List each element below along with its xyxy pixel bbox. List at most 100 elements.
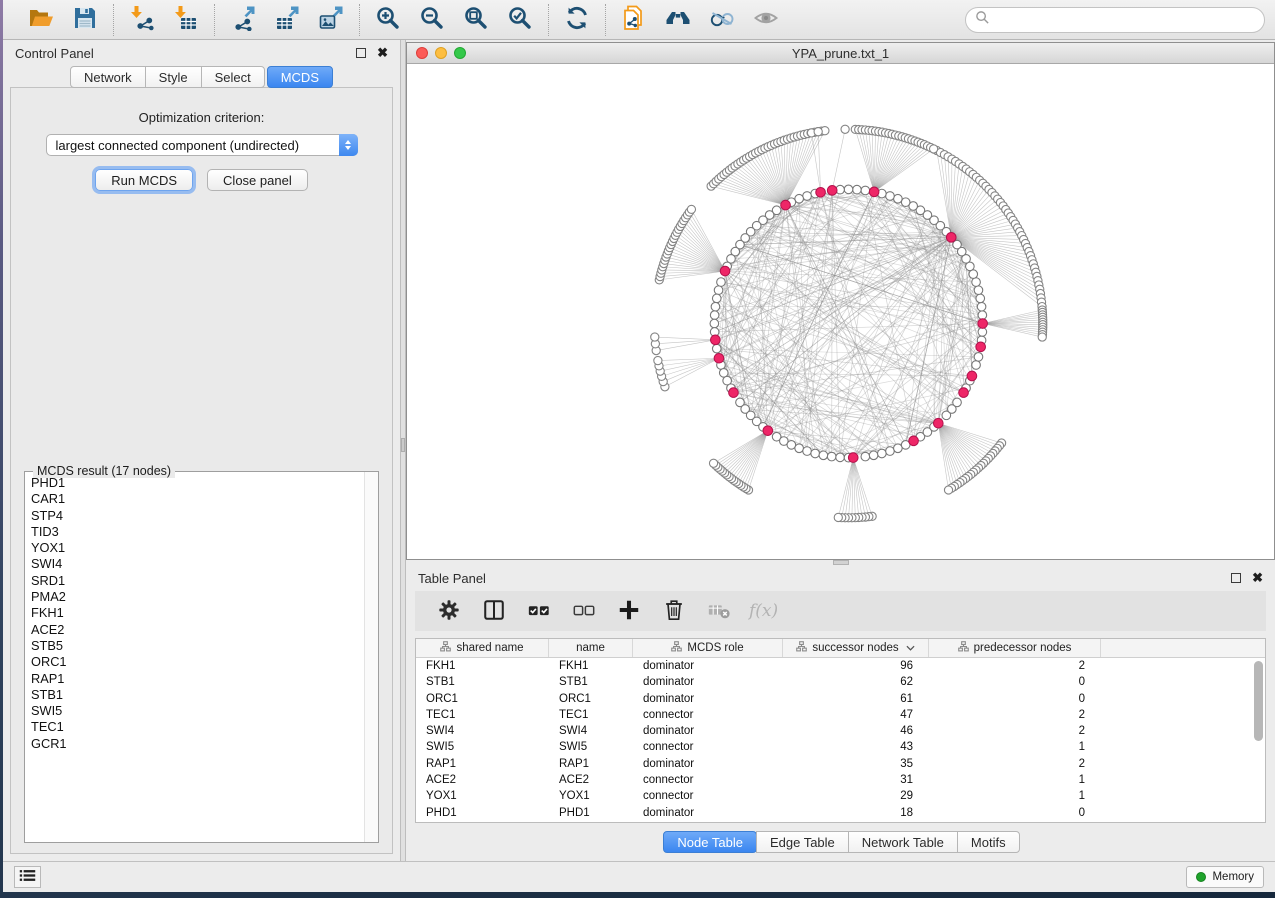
zoom-out-button[interactable] [417, 5, 447, 35]
column-header-name[interactable]: name [549, 639, 633, 657]
table-row[interactable]: YOX1YOX1connector291 [416, 788, 1265, 804]
zoom-selected-button[interactable] [505, 5, 535, 35]
mcds-node-STB5[interactable] [967, 371, 977, 381]
network-window-titlebar[interactable]: YPA_prune.txt_1 [407, 43, 1274, 64]
minimize-window-icon[interactable] [435, 47, 447, 59]
select-all-button[interactable] [525, 597, 553, 625]
table-row[interactable]: PHD1PHD1dominator180 [416, 805, 1265, 821]
mcds-result-item[interactable]: RAP1 [31, 671, 363, 687]
mcds-node-STB1[interactable] [781, 200, 791, 210]
mcds-list-scrollbar[interactable] [364, 472, 378, 842]
memory-button[interactable]: Memory [1186, 866, 1264, 888]
close-table-panel-icon[interactable]: ✖ [1252, 573, 1263, 583]
new-network-from-selection-button[interactable] [619, 5, 649, 35]
float-table-panel-icon[interactable] [1231, 573, 1241, 583]
mcds-node-SRD1[interactable] [909, 436, 919, 446]
mcds-node-SWI4[interactable] [869, 187, 879, 197]
tab-edge-table[interactable]: Edge Table [756, 831, 849, 853]
mcds-node-YOX1[interactable] [816, 187, 826, 197]
mcds-result-item[interactable]: STP4 [31, 508, 363, 524]
table-row[interactable]: TEC1TEC1connector472 [416, 707, 1265, 723]
mcds-node-STP4[interactable] [827, 186, 837, 196]
zoom-in-button[interactable] [373, 5, 403, 35]
import-network-button[interactable] [127, 5, 157, 35]
apply-layout-button[interactable] [562, 5, 592, 35]
mcds-node-RAP1[interactable] [848, 453, 858, 463]
tab-style[interactable]: Style [145, 66, 202, 88]
vertical-splitter[interactable] [400, 40, 406, 861]
mcds-result-item[interactable]: SWI5 [31, 703, 363, 719]
first-neighbors-button[interactable] [663, 5, 693, 35]
mcds-result-item[interactable]: ORC1 [31, 654, 363, 670]
mcds-result-item[interactable]: SWI4 [31, 556, 363, 572]
horizontal-splitter-handle[interactable] [833, 560, 849, 565]
tab-network[interactable]: Network [70, 66, 146, 88]
export-table-button[interactable] [272, 5, 302, 35]
search-box[interactable] [965, 7, 1265, 33]
network-graph[interactable] [407, 64, 1274, 559]
table-row[interactable]: STB1STB1dominator620 [416, 674, 1265, 690]
table-row[interactable]: FKH1FKH1dominator962 [416, 658, 1265, 674]
open-file-button[interactable] [26, 5, 56, 35]
mcds-node-PMA2[interactable] [959, 388, 969, 398]
mcds-node-PHD1[interactable] [711, 335, 721, 345]
search-input[interactable] [995, 12, 1255, 27]
network-canvas[interactable] [407, 64, 1274, 559]
mcds-result-item[interactable]: FKH1 [31, 605, 363, 621]
mcds-result-item[interactable]: STB5 [31, 638, 363, 654]
close-window-icon[interactable] [416, 47, 428, 59]
criterion-select[interactable]: largest connected component (undirected) [46, 134, 358, 156]
tab-mcds[interactable]: MCDS [267, 66, 333, 88]
add-column-button[interactable] [615, 597, 643, 625]
mcds-node-ACE2[interactable] [978, 319, 988, 329]
mcds-result-item[interactable]: TID3 [31, 524, 363, 540]
tab-select[interactable]: Select [201, 66, 265, 88]
mcds-node-ORC1[interactable] [720, 266, 730, 276]
mcds-result-item[interactable]: ACE2 [31, 622, 363, 638]
panel-mode-button[interactable] [480, 597, 508, 625]
close-panel-button[interactable]: Close panel [207, 169, 308, 191]
tab-node-table[interactable]: Node Table [663, 831, 757, 853]
tab-motifs[interactable]: Motifs [957, 831, 1020, 853]
delete-column-button[interactable] [660, 597, 688, 625]
zoom-fit-button[interactable] [461, 5, 491, 35]
task-history-button[interactable] [14, 866, 41, 888]
mcds-result-item[interactable]: STB1 [31, 687, 363, 703]
mcds-result-item[interactable]: PMA2 [31, 589, 363, 605]
table-row[interactable]: ACE2ACE2connector311 [416, 772, 1265, 788]
table-row[interactable]: SWI5SWI5connector431 [416, 739, 1265, 755]
tab-network-table[interactable]: Network Table [848, 831, 958, 853]
mcds-node-FKH1[interactable] [946, 233, 956, 243]
maximize-window-icon[interactable] [454, 47, 466, 59]
column-header-shared-name[interactable]: shared name [416, 639, 549, 657]
export-network-button[interactable] [228, 5, 258, 35]
show-graphics-details-button[interactable] [707, 5, 737, 35]
column-header-MCDS-role[interactable]: MCDS role [633, 639, 783, 657]
table-settings-button[interactable] [435, 597, 463, 625]
mcds-node-TEC1[interactable] [934, 418, 944, 428]
mcds-node-TID3[interactable] [729, 388, 739, 398]
mcds-result-item[interactable]: PHD1 [31, 475, 363, 491]
table-scrollbar[interactable] [1254, 661, 1263, 741]
mcds-node-CAR1[interactable] [714, 353, 724, 363]
table-row[interactable]: SWI4SWI4dominator462 [416, 723, 1265, 739]
mcds-result-item[interactable]: YOX1 [31, 540, 363, 556]
deselect-all-button[interactable] [570, 597, 598, 625]
column-header-predecessor-nodes[interactable]: predecessor nodes [929, 639, 1101, 657]
close-panel-icon[interactable]: ✖ [377, 48, 388, 58]
vertical-splitter-handle[interactable] [401, 438, 405, 452]
import-table-button[interactable] [171, 5, 201, 35]
table-row[interactable]: RAP1RAP1dominator352 [416, 756, 1265, 772]
column-header-successor-nodes[interactable]: successor nodes [783, 639, 929, 657]
table-row[interactable]: ORC1ORC1dominator610 [416, 691, 1265, 707]
export-image-button[interactable] [316, 5, 346, 35]
mcds-result-item[interactable]: GCR1 [31, 736, 363, 752]
mcds-result-item[interactable]: SRD1 [31, 573, 363, 589]
mcds-result-item[interactable]: CAR1 [31, 491, 363, 507]
run-mcds-button[interactable]: Run MCDS [95, 169, 193, 191]
mcds-result-item[interactable]: TEC1 [31, 719, 363, 735]
mcds-node-GCR1[interactable] [976, 342, 986, 352]
mcds-node-SWI5[interactable] [763, 426, 773, 436]
float-panel-icon[interactable] [356, 48, 366, 58]
horizontal-splitter[interactable] [406, 560, 1275, 565]
